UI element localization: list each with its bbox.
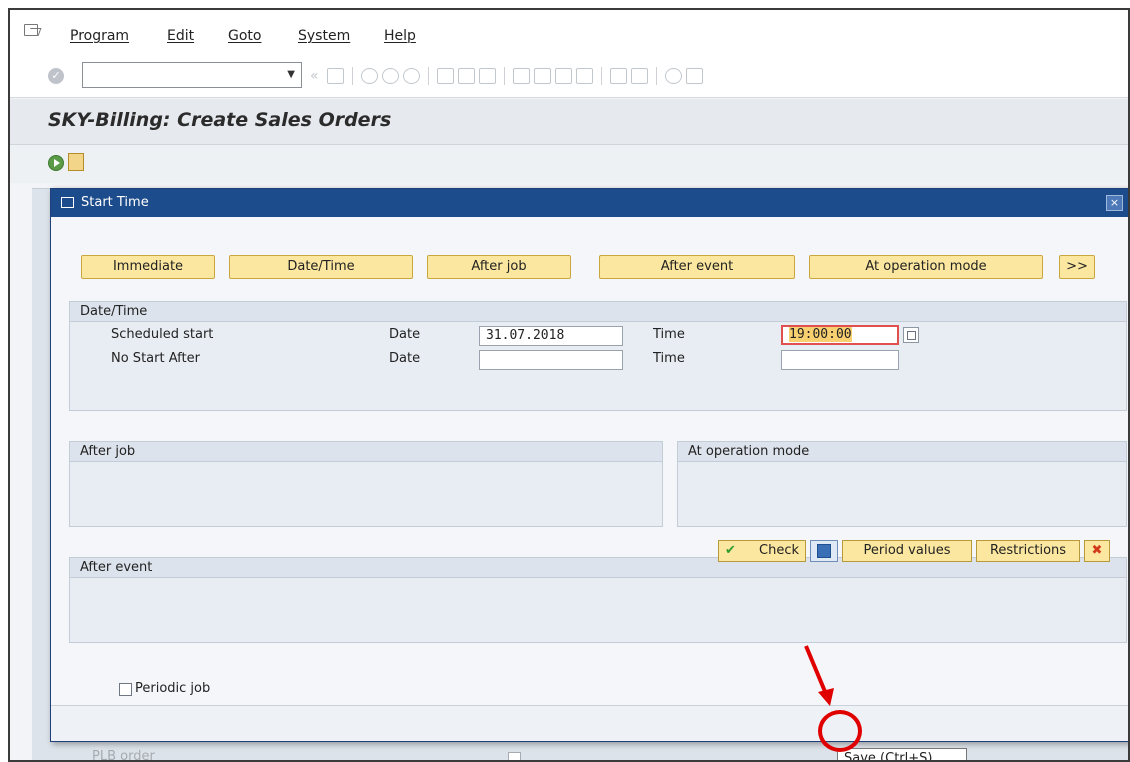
highlight-circle: [818, 710, 862, 752]
toolbar-collapse-icon[interactable]: «: [310, 68, 319, 84]
help-icon[interactable]: [664, 68, 682, 84]
enter-icon[interactable]: ✓: [48, 68, 64, 84]
menu-exit-icon[interactable]: [24, 24, 38, 36]
more-button[interactable]: >>: [1059, 255, 1095, 279]
periodic-job-checkbox[interactable]: [119, 683, 132, 696]
after-event-button[interactable]: After event: [599, 255, 795, 279]
toolbar-icons: «: [310, 66, 703, 86]
save-icon: [817, 544, 831, 558]
at-operation-mode-group: At operation mode: [677, 441, 1127, 527]
value-help-icon[interactable]: [903, 327, 919, 343]
scheduled-date-input[interactable]: 31.07.2018: [479, 326, 623, 346]
datetime-group-title: Date/Time: [70, 302, 1126, 322]
back-icon[interactable]: [360, 68, 378, 84]
menu-goto[interactable]: Goto: [228, 28, 261, 44]
dialog-title: Start Time: [81, 195, 149, 210]
start-time-dialog: Start Time × Immediate Date/Time After j…: [50, 188, 1128, 742]
no-start-time-input[interactable]: [781, 350, 899, 370]
plb-order-label: PLB order: [92, 749, 155, 762]
restrictions-button[interactable]: Restrictions: [976, 540, 1080, 562]
command-field[interactable]: ▼: [82, 62, 302, 88]
periodic-job-label: Periodic job: [135, 681, 211, 696]
red-arrow-icon: [804, 645, 834, 706]
execute-icon[interactable]: [48, 155, 64, 171]
new-session-icon[interactable]: [609, 68, 627, 84]
page-title: SKY-Billing: Create Sales Orders: [48, 109, 392, 131]
at-operation-mode-group-title: At operation mode: [678, 442, 1126, 462]
check-button[interactable]: ✔ Check: [718, 540, 806, 562]
dialog-footer: [51, 705, 1128, 741]
first-page-icon[interactable]: [512, 68, 530, 84]
variant-icon[interactable]: [68, 153, 84, 171]
no-start-date-input[interactable]: [479, 350, 623, 370]
scheduled-time-input[interactable]: 19:00:00: [781, 325, 899, 345]
save-icon[interactable]: [326, 68, 344, 84]
dialog-icon: [61, 197, 74, 208]
date-time-button[interactable]: Date/Time: [229, 255, 413, 279]
menu-edit[interactable]: Edit: [167, 28, 194, 44]
find-icon[interactable]: [457, 68, 475, 84]
menu-system[interactable]: System: [298, 28, 350, 44]
scheduled-start-label: Scheduled start: [111, 327, 214, 342]
after-job-group-title: After job: [70, 442, 662, 462]
last-page-icon[interactable]: [575, 68, 593, 84]
at-operation-mode-button[interactable]: At operation mode: [809, 255, 1043, 279]
period-values-button[interactable]: Period values: [842, 540, 972, 562]
no-start-after-label: No Start After: [111, 351, 200, 366]
layout-icon[interactable]: [685, 68, 703, 84]
after-job-button[interactable]: After job: [427, 255, 571, 279]
chevron-down-icon[interactable]: ▼: [287, 69, 295, 80]
shortcut-icon[interactable]: [630, 68, 648, 84]
no-start-date-label: Date: [389, 351, 421, 366]
menu-program[interactable]: Program: [70, 28, 129, 44]
dialog-header: Start Time ×: [51, 189, 1128, 217]
save-tooltip: Save (Ctrl+S): [837, 748, 967, 760]
after-job-group: After job: [69, 441, 663, 527]
menu-help[interactable]: Help: [384, 28, 416, 44]
scheduled-time-label: Time: [653, 327, 685, 342]
scheduled-date-label: Date: [389, 327, 421, 342]
sap-window: Program Edit Goto System Help ✓ ▼ « SKY-…: [8, 8, 1130, 762]
immediate-button[interactable]: Immediate: [81, 255, 215, 279]
close-icon[interactable]: ×: [1106, 195, 1123, 211]
find-next-icon[interactable]: [478, 68, 496, 84]
checkmark-icon: ✔: [725, 543, 736, 558]
plb-order-checkbox: [508, 752, 521, 760]
next-page-icon[interactable]: [554, 68, 572, 84]
no-start-time-label: Time: [653, 351, 685, 366]
save-button[interactable]: [810, 540, 838, 562]
application-toolbar: [10, 145, 1128, 183]
exit-icon[interactable]: [381, 68, 399, 84]
prev-page-icon[interactable]: [533, 68, 551, 84]
cancel-icon[interactable]: [402, 68, 420, 84]
print-icon[interactable]: [436, 68, 454, 84]
cancel-icon[interactable]: ✖: [1084, 540, 1110, 562]
after-event-group: After event: [69, 557, 1127, 643]
